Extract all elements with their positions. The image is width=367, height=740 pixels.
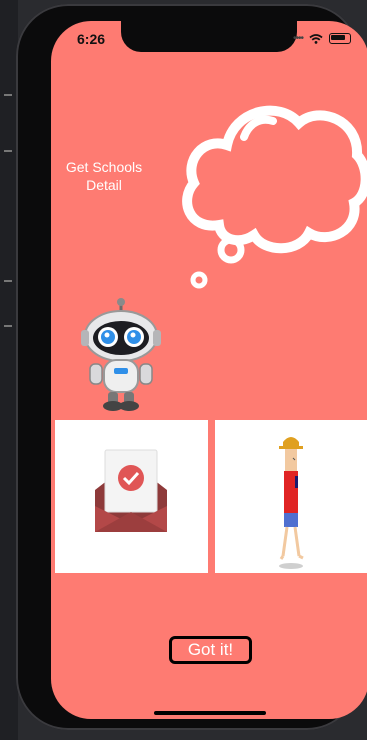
thought-cloud-icon bbox=[182, 105, 367, 289]
page-caption: Get Schools Detail bbox=[65, 159, 143, 193]
home-indicator[interactable] bbox=[154, 711, 266, 715]
got-it-button[interactable]: Got it! bbox=[169, 636, 252, 664]
envelope-check-card[interactable] bbox=[55, 420, 208, 573]
status-time: 6:26 bbox=[77, 31, 106, 47]
wifi-icon bbox=[309, 33, 323, 44]
walking-person-icon bbox=[279, 437, 304, 569]
notch bbox=[121, 21, 297, 52]
envelope-check-icon bbox=[95, 449, 167, 532]
status-icons: •••• bbox=[293, 33, 351, 44]
person-card[interactable] bbox=[215, 420, 367, 573]
robot-icon bbox=[81, 298, 161, 411]
phone-frame: 6:26 •••• Get Schools Detail Got it! bbox=[16, 4, 367, 730]
app-screen: 6:26 •••• Get Schools Detail Got it! bbox=[51, 21, 367, 719]
battery-icon bbox=[329, 33, 351, 44]
background-editor-text bbox=[347, 700, 367, 740]
signal-icon: •••• bbox=[292, 33, 304, 44]
